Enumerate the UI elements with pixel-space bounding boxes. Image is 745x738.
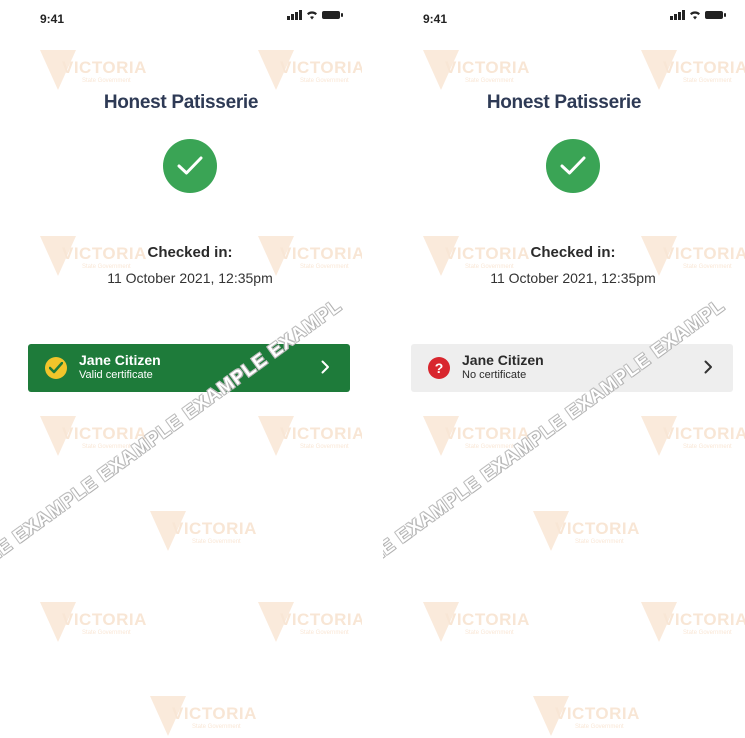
question-mark-icon: ? xyxy=(428,357,450,379)
phone-screen-no-certificate: VICTORIA State Government VICTORIA State G… xyxy=(383,0,745,738)
signal-icon xyxy=(670,10,685,20)
status-time: 9:41 xyxy=(423,12,448,26)
battery-icon xyxy=(322,11,343,19)
person-info: Jane Citizen Valid certificate xyxy=(79,353,161,383)
status-icons xyxy=(287,10,343,20)
watermark-logo: VICTORIA State Government xyxy=(150,505,256,563)
phone-screen-valid: VICTORIA State Government VICTORIA State G… xyxy=(0,0,362,738)
certificate-status: Valid certificate xyxy=(79,369,153,381)
certificate-status: No certificate xyxy=(462,369,527,381)
check-icon xyxy=(546,139,600,193)
valid-certificate-icon xyxy=(45,357,67,379)
person-name: Jane Citizen xyxy=(79,352,161,368)
person-card-no-certificate[interactable]: ? Jane Citizen No certificate xyxy=(411,344,733,392)
watermark-logo: VICTORIA State Government xyxy=(150,690,256,738)
status-time: 9:41 xyxy=(40,12,65,26)
watermark-logo: VICTORIA State Government xyxy=(641,596,745,654)
signal-icon xyxy=(287,10,302,20)
venue-name: Honest Patisserie xyxy=(486,92,642,113)
watermark-logo: VICTORIA State Government xyxy=(423,596,529,654)
watermark-logo: VICTORIA State Government xyxy=(533,690,639,738)
chevron-right-icon xyxy=(321,360,330,379)
check-icon xyxy=(163,139,217,193)
watermark-logo: VICTORIA State Government xyxy=(533,505,639,563)
chevron-right-icon xyxy=(704,360,713,379)
watermark-logo: VICTORIA State Government xyxy=(258,596,362,654)
person-card-valid[interactable]: Jane Citizen Valid certificate xyxy=(28,344,350,392)
watermark-logo: VICTORIA State Government xyxy=(258,410,362,468)
person-name: Jane Citizen xyxy=(462,352,544,368)
watermark-logo: VICTORIA State Government xyxy=(641,410,745,468)
checked-in-date: 11 October 2021, 12:35pm xyxy=(107,270,273,286)
watermark-logo: VICTORIA State Government xyxy=(40,596,146,654)
venue-name: Honest Patisserie xyxy=(103,92,259,113)
person-info: Jane Citizen No certificate xyxy=(462,353,544,383)
battery-icon xyxy=(705,11,726,19)
checked-in-label: Checked in: xyxy=(147,244,233,261)
checked-in-label: Checked in: xyxy=(530,244,616,261)
wifi-icon xyxy=(689,10,701,20)
status-icons xyxy=(670,10,726,20)
checked-in-date: 11 October 2021, 12:35pm xyxy=(490,270,656,286)
wifi-icon xyxy=(306,10,318,20)
